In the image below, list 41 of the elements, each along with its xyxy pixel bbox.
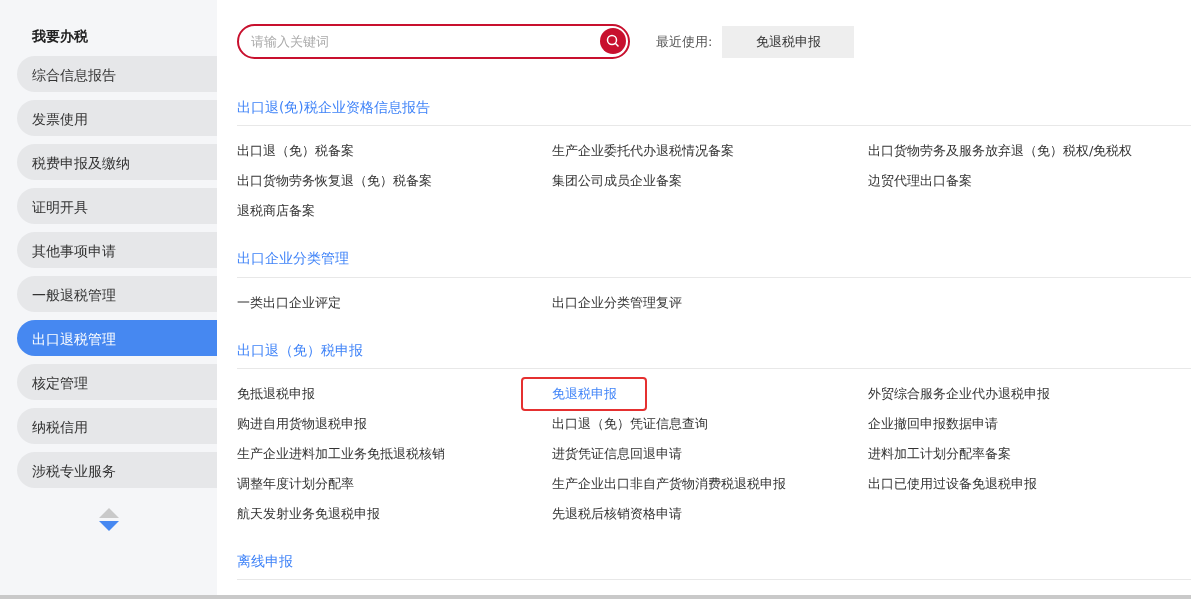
link[interactable]: 出口货物劳务及服务放弃退（免）税权/免税权: [868, 136, 1133, 167]
link[interactable]: 生产企业进料加工业务免抵退税核销: [237, 438, 445, 469]
link[interactable]: 生产企业出口非自产货物消费税退税申报: [552, 468, 786, 499]
link[interactable]: 出口已使用过设备免退税申报: [868, 468, 1037, 499]
section-title: 离线申报: [237, 550, 1191, 580]
link[interactable]: 调整年度计划分配率: [237, 468, 354, 499]
link[interactable]: 外贸综合服务企业代办退税申报: [868, 378, 1050, 409]
sidebar-item[interactable]: 核定管理: [17, 364, 217, 400]
link[interactable]: 出口企业分类管理复评: [552, 287, 682, 318]
sidebar-item[interactable]: 税费申报及缴纳: [17, 144, 217, 180]
link[interactable]: 进货凭证信息回退申请: [552, 438, 682, 469]
sidebar-item[interactable]: 其他事项申请: [17, 232, 217, 268]
link[interactable]: 企业撤回申报数据申请: [868, 408, 998, 439]
sidebar-item[interactable]: 一般退税管理: [17, 276, 217, 312]
link[interactable]: 一类出口企业评定: [237, 287, 341, 318]
link[interactable]: 免抵退税申报: [237, 378, 315, 409]
sidebar-item[interactable]: 纳税信用: [17, 408, 217, 444]
sidebar-title: 我要办税: [31, 27, 89, 46]
link[interactable]: 边贸代理出口备案: [868, 166, 972, 197]
link[interactable]: 退税商店备案: [237, 196, 315, 227]
sidebar-item[interactable]: 综合信息报告: [17, 56, 217, 92]
section-title: 出口退(免)税企业资格信息报告: [237, 97, 1191, 127]
link[interactable]: 出口货物劳务恢复退（免）税备案: [237, 166, 432, 197]
search-field[interactable]: 请输入关键词: [237, 24, 630, 59]
link[interactable]: 出口退（免）凭证信息查询: [552, 408, 708, 439]
link[interactable]: 购进自用货物退税申报: [237, 408, 367, 439]
link[interactable]: 集团公司成员企业备案: [552, 166, 682, 197]
recent-label: 最近使用:: [656, 32, 713, 51]
link[interactable]: 进料加工计划分配率备案: [868, 438, 1011, 469]
scroll-down-icon[interactable]: [98, 521, 119, 531]
link[interactable]: 生产企业委托代办退税情况备案: [552, 136, 734, 167]
section-title: 出口退（免）税申报: [237, 339, 1191, 369]
sidebar-item[interactable]: 证明开具: [17, 188, 217, 224]
link[interactable]: 先退税后核销资格申请: [552, 498, 682, 529]
section-title: 出口企业分类管理: [237, 248, 1191, 278]
recent-item[interactable]: 免退税申报: [722, 25, 855, 58]
link[interactable]: 航天发射业务免退税申报: [237, 498, 380, 529]
sidebar-item[interactable]: 发票使用: [17, 100, 217, 136]
link[interactable]: 免退税申报: [523, 378, 645, 409]
link[interactable]: 出口退（免）税备案: [237, 136, 354, 167]
sidebar-item[interactable]: 涉税专业服务: [17, 452, 217, 488]
